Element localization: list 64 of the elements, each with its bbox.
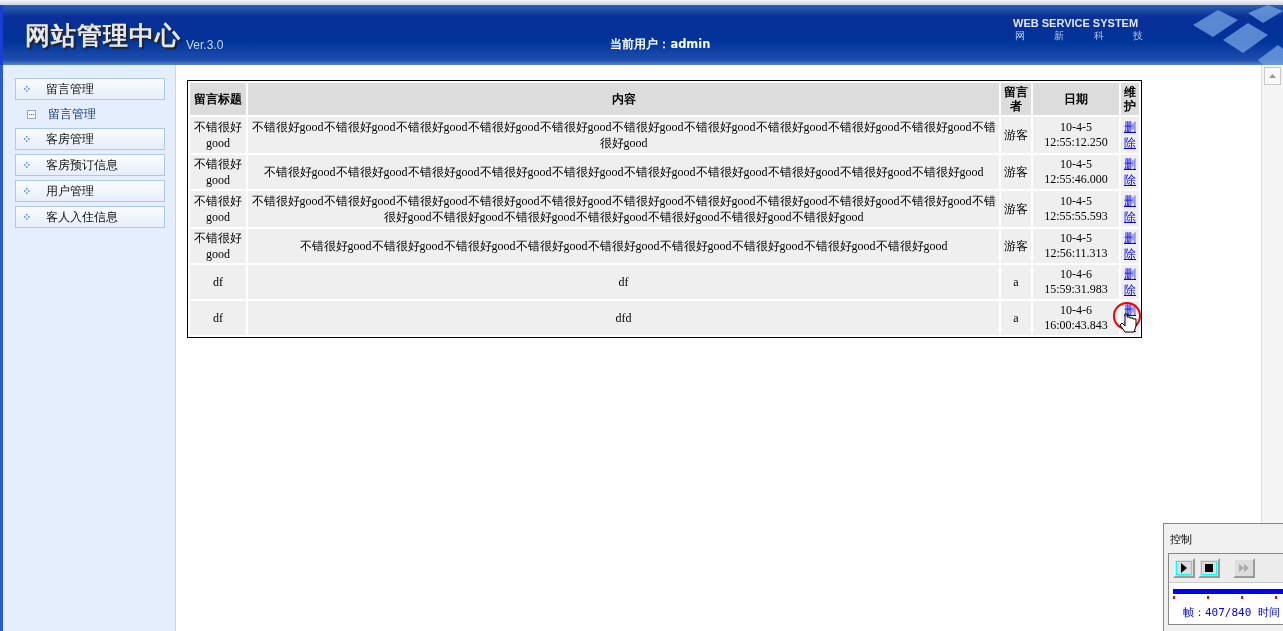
sidebar-menu-item[interactable]: 用户管理 [15, 180, 165, 202]
panel-title: 控制 [1170, 532, 1193, 547]
stop-button[interactable] [1198, 558, 1220, 578]
play-icon [1180, 563, 1188, 573]
square-icon [27, 109, 36, 119]
table-cell: a [1001, 301, 1031, 335]
table-cell: 不错很好good不错很好good不错很好good不错很好good不错很好good不错很好good不错很好good不错很好good不错很好good不错很好good不错很好good [248, 117, 999, 153]
brand-character: 技 [1133, 29, 1143, 43]
table-cell: 10-4-6 15:59:31.983 [1033, 265, 1119, 299]
sidebar-menu-item[interactable]: 客人入住信息 [15, 206, 165, 228]
column-header: 内容 [248, 83, 999, 115]
table-cell: 10-4-5 12:56:11.313 [1033, 229, 1119, 263]
sidebar-sub-item[interactable]: 留言管理 [15, 104, 175, 124]
sidebar-menu-item[interactable]: 留言管理 [15, 78, 165, 100]
table-cell: 不错很好good不错很好good不错很好good不错很好good不错很好good不错很好good不错很好good不错很好good不错很好good不错很好good [248, 155, 999, 189]
table-cell: 不错很好good不错很好good不错很好good不错很好good不错很好good不错很好good不错很好good不错很好good不错很好good [248, 229, 999, 263]
sidebar-menu-item[interactable]: 客房预订信息 [15, 154, 165, 176]
delete-link[interactable]: 删 [1123, 302, 1137, 334]
column-header: 留言者 [1001, 83, 1031, 115]
table-cell: df [248, 265, 999, 299]
table-cell: 不错很好good [190, 229, 246, 263]
dots-icon [24, 188, 30, 194]
table-cell: 10-4-5 12:55:12.250 [1033, 117, 1119, 153]
table-cell: 游客 [1001, 191, 1031, 227]
brand-character: 网 [1015, 29, 1025, 43]
brand-character: 科 [1093, 29, 1104, 43]
table-cell: a [1001, 265, 1031, 299]
stop-icon [1205, 564, 1213, 572]
table-cell: 不错很好good不错很好good不错很好good不错很好good不错很好good不错很好good不错很好good不错很好good不错很好good不错很好good不错很好good不错很好good不错很好good不错很好good不错很好good不错很好good不错很好good [248, 191, 999, 227]
table-cell: 游客 [1001, 155, 1031, 189]
dots-icon [24, 214, 30, 220]
dots-icon [24, 162, 30, 168]
delete-link[interactable]: 删除 [1123, 119, 1137, 151]
play-button[interactable] [1173, 558, 1195, 578]
delete-link[interactable]: 删除 [1123, 230, 1137, 262]
brand-label: WEB SERVICE SYSTEM [1013, 17, 1140, 29]
dots-icon [24, 136, 30, 142]
table-cell: 不错很好good [190, 117, 246, 153]
sidebar-menu-item[interactable]: 客房管理 [15, 128, 165, 150]
table-cell: 不错很好good [190, 191, 246, 227]
current-user-label: 当前用户：admin [610, 36, 711, 52]
delete-link[interactable]: 删除 [1123, 193, 1137, 225]
table-cell: dfd [248, 301, 999, 335]
version-label: Ver.3.0 [186, 38, 224, 52]
scroll-up-button[interactable] [1264, 67, 1281, 85]
table-cell: 10-4-5 12:55:46.000 [1033, 155, 1119, 189]
frame-status-text: 帧：407/840 时间 [1183, 605, 1281, 620]
brand-character: 新 [1054, 29, 1065, 43]
up-arrow-icon [1269, 74, 1276, 78]
column-header: 留言标题 [190, 83, 246, 115]
delete-link[interactable]: 删除 [1123, 266, 1137, 298]
table-cell: df [190, 265, 246, 299]
table-cell: 10-4-5 12:55:55.593 [1033, 191, 1119, 227]
table-cell: 游客 [1001, 117, 1031, 153]
column-header: 维护 [1121, 83, 1139, 115]
table-cell: 游客 [1001, 229, 1031, 263]
column-header: 日期 [1033, 83, 1119, 115]
delete-link[interactable]: 删除 [1123, 156, 1137, 188]
table-cell: 10-4-6 16:00:43.843 [1033, 301, 1119, 335]
fast-forward-icon [1239, 564, 1249, 572]
dots-icon [24, 86, 30, 92]
table-cell: df [190, 301, 246, 335]
site-title: 网站管理中心 [25, 19, 181, 52]
table-cell: 不错很好good [190, 155, 246, 189]
